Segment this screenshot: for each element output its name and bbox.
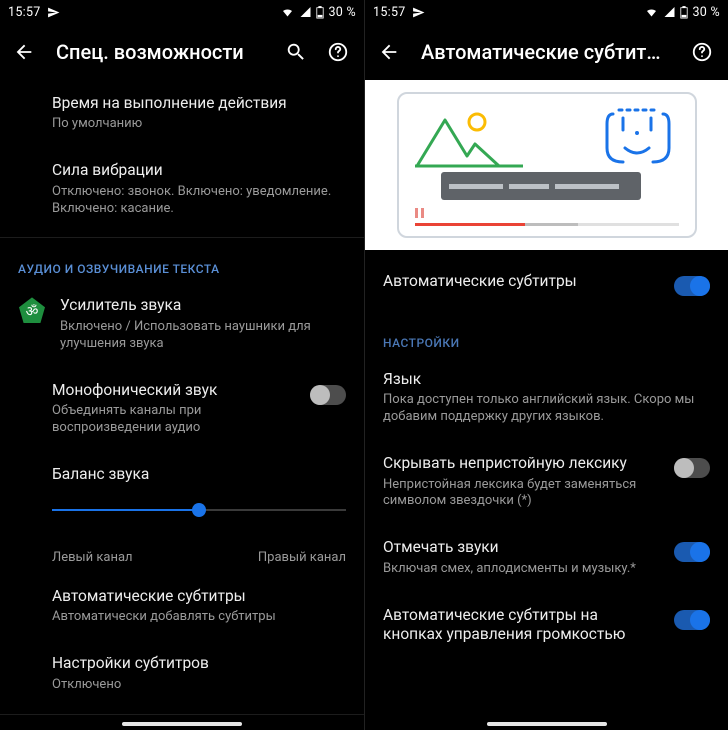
mono-toggle[interactable] <box>310 385 346 405</box>
status-battery: 30 % <box>692 5 720 20</box>
divider <box>0 714 364 715</box>
row-caption-settings[interactable]: Настройки субтитров Отключено <box>0 640 364 707</box>
pause-icon <box>415 208 424 218</box>
row-sound-amplifier[interactable]: ॐ Усилитель звука Включено / Использоват… <box>0 282 364 366</box>
appbar: Автоматические субтитры <box>365 24 728 80</box>
volume-ctrl-toggle[interactable] <box>674 610 710 630</box>
search-button[interactable] <box>282 38 310 66</box>
sound-amplifier-icon: ॐ <box>18 296 46 324</box>
back-button[interactable] <box>10 38 38 66</box>
battery-icon <box>316 6 324 19</box>
row-balance[interactable]: Баланс звука Левый канал Правый канал <box>0 451 364 573</box>
profanity-toggle[interactable] <box>674 458 710 478</box>
row-profanity[interactable]: Скрывать непристойную лексику Непристойн… <box>365 440 728 524</box>
row-volume-ctrl[interactable]: Автоматические субтитры на кнопках управ… <box>365 592 728 659</box>
lang-title: Язык <box>383 370 710 389</box>
section-settings: НАСТРОЙКИ <box>365 310 728 356</box>
signal-icon <box>299 6 312 18</box>
send-icon <box>412 6 425 19</box>
row-vibration[interactable]: Сила вибрации Отключено: звонок. Включен… <box>0 147 364 231</box>
face-icon <box>603 108 673 170</box>
help-button[interactable] <box>324 38 352 66</box>
signal-icon <box>663 6 676 18</box>
sounds-toggle[interactable] <box>674 542 710 562</box>
mono-title: Монофонический звук <box>52 381 296 400</box>
wifi-icon <box>644 6 659 18</box>
balance-left-label: Левый канал <box>52 550 133 565</box>
status-time: 15:57 <box>8 5 41 20</box>
nav-pill[interactable] <box>122 722 242 726</box>
status-time: 15:57 <box>373 5 406 20</box>
row-mono[interactable]: Монофонический звук Объединять каналы пр… <box>0 367 364 451</box>
balance-title: Баланс звука <box>52 465 346 484</box>
autocap-title: Автоматические субтитры <box>52 587 346 606</box>
sound-amp-sub: Включено / Использовать наушники для улу… <box>60 319 346 353</box>
profanity-sub: Непристойная лексика будет заменяться си… <box>383 477 660 511</box>
sounds-title: Отмечать звуки <box>383 538 660 557</box>
video-progress <box>415 223 679 226</box>
row-language[interactable]: Язык Пока доступен только английский язы… <box>365 356 728 440</box>
back-button[interactable] <box>375 38 403 66</box>
row-action-time[interactable]: Время на выполнение действия По умолчани… <box>0 80 364 147</box>
action-time-title: Время на выполнение действия <box>52 94 346 113</box>
capset-sub: Отключено <box>52 677 346 694</box>
vibration-title: Сила вибрации <box>52 161 346 180</box>
phone-accessibility: 15:57 30 % Спец <box>0 0 364 730</box>
capset-title: Настройки субтитров <box>52 654 346 673</box>
send-icon <box>47 6 60 19</box>
caption-bubble-icon <box>441 172 641 200</box>
row-auto-captions[interactable]: Автоматические субтитры Автоматически до… <box>0 573 364 640</box>
action-time-sub: По умолчанию <box>52 116 346 133</box>
battery-icon <box>680 6 688 19</box>
appbar-title: Автоматические субтитры <box>421 40 670 64</box>
volctrl-title: Автоматические субтитры на кнопках управ… <box>383 606 660 645</box>
appbar-title: Спец. возможности <box>56 40 264 64</box>
status-bar: 15:57 30 % <box>365 0 728 24</box>
help-button[interactable] <box>688 38 716 66</box>
live-caption-illustration <box>365 80 728 250</box>
mountain-icon <box>415 112 525 168</box>
sounds-sub: Включая смех, аплодисменты и музыку.* <box>383 561 660 578</box>
nav-pill[interactable] <box>487 722 607 726</box>
row-label-sounds[interactable]: Отмечать звуки Включая смех, аплодисмент… <box>365 524 728 591</box>
lang-sub: Пока доступен только английский язык. Ск… <box>383 392 710 426</box>
wifi-icon <box>280 6 295 18</box>
section-audio: АУДИО И ОЗВУЧИВАНИЕ ТЕКСТА <box>0 244 364 282</box>
mono-sub: Объединять каналы при воспроизведении ау… <box>52 403 296 437</box>
master-title: Автоматические субтитры <box>383 272 660 291</box>
status-battery: 30 % <box>328 5 356 20</box>
balance-slider[interactable] <box>52 494 346 526</box>
live-caption-toggle[interactable] <box>674 276 710 296</box>
row-live-caption-master[interactable]: Автоматические субтитры <box>365 250 728 310</box>
profanity-title: Скрывать непристойную лексику <box>383 454 660 473</box>
sound-amp-title: Усилитель звука <box>60 296 346 315</box>
vibration-sub: Отключено: звонок. Включено: уведомление… <box>52 184 346 218</box>
autocap-sub: Автоматически добавлять субтитры <box>52 609 346 626</box>
phone-live-caption: 15:57 30 % Автоматические субтитры <box>364 0 728 730</box>
balance-right-label: Правый канал <box>258 550 346 565</box>
appbar: Спец. возможности <box>0 24 364 80</box>
divider <box>0 237 364 238</box>
status-bar: 15:57 30 % <box>0 0 364 24</box>
